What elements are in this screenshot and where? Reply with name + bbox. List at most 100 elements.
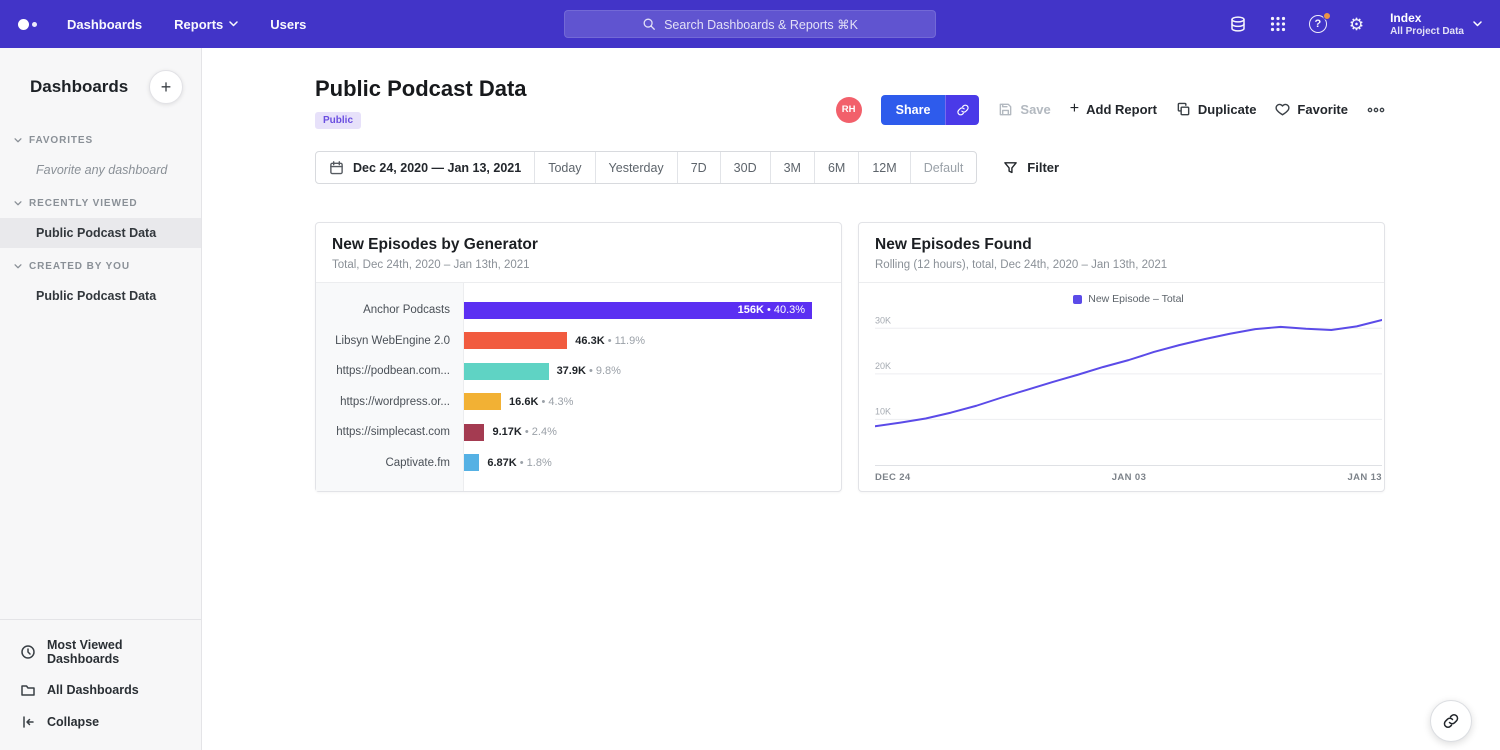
bar-row: https://podbean.com...37.9K • 9.8%: [316, 356, 821, 387]
nav-item-dashboards[interactable]: Dashboards: [67, 17, 142, 32]
sidebar-section-favorites: FAVORITES Favorite any dashboard: [0, 126, 201, 185]
bar-row: Libsyn WebEngine 2.046.3K • 11.9%: [316, 326, 821, 357]
logo-dot-small: [32, 22, 37, 27]
bar-rows: Anchor Podcasts156K • 40.3%Libsyn WebEng…: [316, 295, 821, 478]
bar-segment[interactable]: 156K • 40.3%: [464, 302, 812, 319]
share-link-fab[interactable]: [1430, 700, 1472, 742]
chevron-down-icon: [14, 264, 22, 269]
footer-label: All Dashboards: [47, 683, 139, 697]
bar-value-label: 16.6K • 4.3%: [509, 396, 573, 408]
bar-chart: Anchor Podcasts156K • 40.3%Libsyn WebEng…: [316, 283, 841, 491]
card-title: New Episodes Found: [875, 236, 1368, 254]
notification-badge: [1323, 12, 1331, 20]
nav-label: Dashboards: [67, 17, 142, 32]
save-icon: [998, 102, 1013, 117]
section-header-recently-viewed[interactable]: RECENTLY VIEWED: [0, 189, 201, 218]
line-series[interactable]: [875, 320, 1382, 426]
bar-value-label: 6.87K • 1.8%: [487, 457, 551, 469]
date-preset-default[interactable]: Default: [910, 152, 977, 183]
collapse-sidebar-button[interactable]: Collapse: [0, 706, 201, 738]
duplicate-button[interactable]: Duplicate: [1176, 102, 1257, 117]
bar-category-label: Captivate.fm: [316, 457, 464, 469]
sidebar-section-recently-viewed: RECENTLY VIEWED Public Podcast Data: [0, 189, 201, 248]
save-button[interactable]: Save: [998, 102, 1050, 117]
gear-icon[interactable]: ⚙: [1349, 16, 1364, 33]
main-content: Public Podcast Data Public RH Share Save…: [202, 48, 1500, 750]
project-selector[interactable]: Index All Project Data: [1390, 11, 1482, 38]
calendar-icon: [329, 160, 344, 175]
copy-icon: [1176, 102, 1191, 117]
svg-text:10K: 10K: [875, 407, 891, 417]
nav-item-users[interactable]: Users: [270, 17, 306, 32]
new-dashboard-button[interactable]: +: [149, 70, 183, 104]
filter-button[interactable]: Filter: [1003, 160, 1059, 175]
chevron-down-icon: [229, 21, 238, 27]
line-chart-svg: 10K20K30K: [875, 310, 1382, 465]
page-actions: RH Share Save + Add Report Dup: [836, 90, 1385, 129]
date-range-label: Dec 24, 2020 — Jan 13, 2021: [353, 161, 521, 175]
legend-label: New Episode – Total: [1088, 293, 1184, 305]
legend-item[interactable]: New Episode – Total: [875, 283, 1382, 310]
filter-label: Filter: [1027, 160, 1059, 175]
sidebar-item-public-podcast-data[interactable]: Public Podcast Data: [0, 218, 201, 248]
chevron-down-icon: [1473, 21, 1482, 27]
sidebar: Dashboards + FAVORITES Favorite any dash…: [0, 48, 202, 750]
bar-segment[interactable]: [464, 424, 484, 441]
nav-item-reports[interactable]: Reports: [174, 17, 238, 32]
data-source-icon[interactable]: [1229, 15, 1247, 33]
x-tick: JAN 13: [1347, 472, 1382, 483]
card-subtitle: Total, Dec 24th, 2020 – Jan 13th, 2021: [332, 259, 825, 271]
search-icon: [642, 17, 656, 31]
filter-funnel-icon: [1003, 160, 1018, 175]
bar-segment[interactable]: [464, 332, 567, 349]
date-preset-6m[interactable]: 6M: [814, 152, 858, 183]
bar-segment[interactable]: [464, 454, 479, 471]
navbar-right-cluster: ? ⚙ Index All Project Data: [1229, 11, 1482, 38]
legend-swatch: [1073, 295, 1082, 304]
avatar[interactable]: RH: [836, 97, 862, 123]
page-title: Public Podcast Data: [315, 76, 527, 102]
bar-row: https://wordpress.or...16.6K • 4.3%: [316, 387, 821, 418]
share-link-button[interactable]: [945, 95, 979, 125]
section-header-favorites[interactable]: FAVORITES: [0, 126, 201, 155]
bar-segment[interactable]: [464, 363, 549, 380]
date-range-picker[interactable]: Dec 24, 2020 — Jan 13, 2021: [316, 152, 534, 183]
bar-segment[interactable]: [464, 393, 501, 410]
x-tick: JAN 03: [1112, 472, 1147, 483]
more-options-button[interactable]: [1367, 107, 1385, 113]
sidebar-item-public-podcast-data[interactable]: Public Podcast Data: [0, 281, 201, 311]
favorite-button[interactable]: Favorite: [1275, 102, 1348, 117]
help-icon[interactable]: ?: [1309, 15, 1327, 33]
date-preset-12m[interactable]: 12M: [858, 152, 909, 183]
apps-grid-icon[interactable]: [1269, 15, 1287, 33]
bar-category-label: https://simplecast.com: [316, 426, 464, 438]
date-preset-today[interactable]: Today: [534, 152, 594, 183]
global-search-input[interactable]: Search Dashboards & Reports ⌘K: [564, 10, 936, 38]
add-report-button[interactable]: + Add Report: [1070, 102, 1157, 117]
all-dashboards-link[interactable]: All Dashboards: [0, 674, 201, 706]
line-plot-area: 10K20K30K: [875, 310, 1382, 466]
bar-value-label: 9.17K • 2.4%: [492, 426, 556, 438]
most-viewed-dashboards-link[interactable]: Most Viewed Dashboards: [0, 630, 201, 674]
date-preset-30d[interactable]: 30D: [720, 152, 770, 183]
line-chart: New Episode – Total 10K20K30K DEC 24 JAN…: [859, 283, 1384, 491]
section-header-created-by-you[interactable]: CREATED BY YOU: [0, 252, 201, 281]
app-logo[interactable]: [18, 19, 37, 30]
nav-label: Users: [270, 17, 306, 32]
sidebar-title: Dashboards: [30, 77, 128, 97]
sidebar-footer: Most Viewed Dashboards All Dashboards Co…: [0, 619, 201, 750]
date-toolbar: Dec 24, 2020 — Jan 13, 2021 TodayYesterd…: [315, 151, 1385, 184]
date-preset-yesterday[interactable]: Yesterday: [595, 152, 677, 183]
date-presets: TodayYesterday7D30D3M6M12MDefault: [534, 152, 976, 183]
bar-row: https://simplecast.com 9.17K • 2.4%: [316, 417, 821, 448]
share-button[interactable]: Share: [881, 95, 946, 125]
project-subtitle: All Project Data: [1390, 26, 1464, 37]
date-preset-7d[interactable]: 7D: [677, 152, 720, 183]
date-preset-3m[interactable]: 3M: [770, 152, 814, 183]
section-label: CREATED BY YOU: [29, 261, 130, 272]
date-range-group: Dec 24, 2020 — Jan 13, 2021 TodayYesterd…: [315, 151, 977, 184]
bar-value-label: 37.9K • 9.8%: [557, 365, 621, 377]
footer-label: Most Viewed Dashboards: [47, 638, 187, 666]
x-tick: DEC 24: [875, 472, 911, 483]
card-subtitle: Rolling (12 hours), total, Dec 24th, 202…: [875, 259, 1368, 271]
